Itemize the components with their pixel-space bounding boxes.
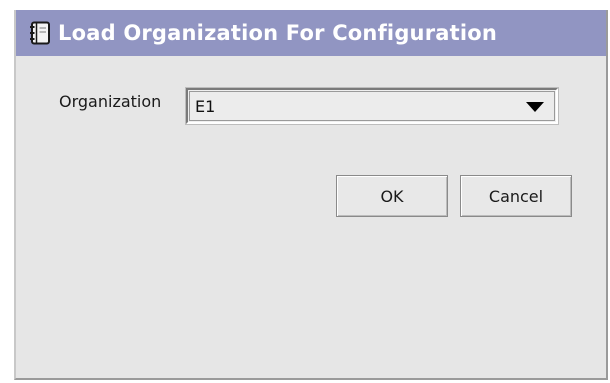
load-organization-dialog: Load Organization For Configuration Orga…	[14, 10, 608, 380]
notebook-icon	[29, 21, 51, 45]
dialog-title: Load Organization For Configuration	[58, 21, 498, 45]
title-bar[interactable]: Load Organization For Configuration	[16, 10, 606, 56]
organization-selected-value: E1	[195, 97, 216, 116]
organization-dropdown[interactable]: E1	[186, 88, 558, 124]
cancel-button[interactable]: Cancel	[460, 175, 572, 217]
ok-button[interactable]: OK	[336, 175, 448, 217]
organization-dropdown-field[interactable]: E1	[189, 91, 555, 121]
chevron-down-icon[interactable]	[526, 102, 544, 112]
organization-label: Organization	[59, 92, 162, 111]
